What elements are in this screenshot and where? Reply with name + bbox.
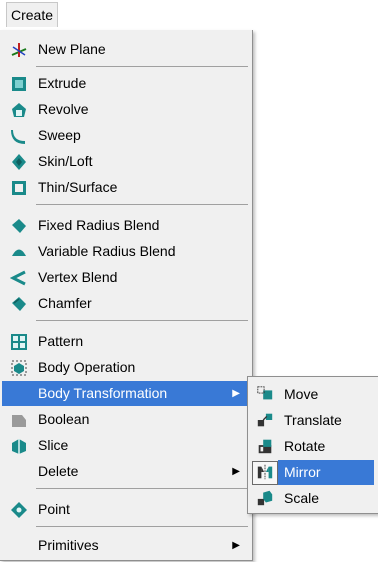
submenu-arrow-icon: ▶ bbox=[232, 388, 240, 399]
submenu-item-translate[interactable]: Translate bbox=[250, 408, 374, 433]
menu-item-new-plane[interactable]: New Plane bbox=[2, 37, 248, 62]
menu-item-sweep[interactable]: Sweep bbox=[2, 123, 248, 148]
variable-radius-blend-icon bbox=[10, 243, 28, 261]
move-icon bbox=[256, 385, 276, 405]
menu-item-delete[interactable]: Delete ▶ bbox=[2, 459, 248, 484]
rotate-icon bbox=[256, 437, 276, 457]
revolve-icon bbox=[10, 101, 28, 119]
menu-item-pattern[interactable]: Pattern bbox=[2, 329, 248, 354]
menu-item-label: Chamfer bbox=[38, 295, 92, 311]
submenu-item-label: Mirror bbox=[284, 464, 321, 480]
submenu-arrow-icon: ▶ bbox=[232, 466, 240, 477]
menu-bar: Create bbox=[0, 0, 250, 31]
submenu-item-move[interactable]: Move bbox=[250, 382, 374, 407]
separator bbox=[36, 66, 248, 67]
submenu-item-label: Move bbox=[284, 386, 319, 402]
menu-item-body-operation[interactable]: Body Operation bbox=[2, 355, 248, 380]
menu-item-label: Extrude bbox=[38, 75, 87, 91]
menu-item-chamfer[interactable]: Chamfer bbox=[2, 291, 248, 316]
boolean-icon bbox=[10, 411, 28, 429]
submenu-item-scale[interactable]: Scale bbox=[250, 486, 374, 511]
thin-surface-icon bbox=[10, 179, 28, 197]
menu-item-body-transformation[interactable]: Body Transformation ▶ bbox=[2, 381, 248, 406]
menu-item-label: Body Transformation bbox=[38, 385, 168, 401]
scale-icon bbox=[256, 489, 276, 509]
menu-item-label: Pattern bbox=[38, 333, 84, 349]
menu-item-label: Slice bbox=[38, 437, 69, 453]
submenu-item-label: Scale bbox=[284, 490, 320, 506]
menu-item-vertex-blend[interactable]: Vertex Blend bbox=[2, 265, 248, 290]
submenu-item-mirror[interactable]: Mirror bbox=[250, 460, 374, 485]
separator bbox=[36, 204, 248, 205]
menu-item-skin-loft[interactable]: Skin/Loft bbox=[2, 149, 248, 174]
menu-item-boolean[interactable]: Boolean bbox=[2, 407, 248, 432]
chamfer-icon bbox=[10, 295, 28, 313]
slice-icon bbox=[10, 437, 28, 455]
separator bbox=[36, 526, 248, 527]
menu-item-label: Vertex Blend bbox=[38, 269, 118, 285]
menu-item-label: Point bbox=[38, 501, 70, 517]
menu-item-label: Thin/Surface bbox=[38, 179, 118, 195]
vertex-blend-icon bbox=[10, 269, 28, 287]
menu-item-label: Sweep bbox=[38, 127, 81, 143]
body-operation-icon bbox=[10, 359, 28, 377]
menu-item-label: Fixed Radius Blend bbox=[38, 217, 160, 233]
menu-item-label: Skin/Loft bbox=[38, 153, 93, 169]
menu-item-label: New Plane bbox=[38, 41, 106, 57]
submenu-item-label: Translate bbox=[284, 412, 342, 428]
menu-item-label: Primitives bbox=[38, 537, 99, 553]
submenu-arrow-icon: ▶ bbox=[232, 540, 240, 551]
menu-item-label: Delete bbox=[38, 463, 79, 479]
menu-item-variable-radius-blend[interactable]: Variable Radius Blend bbox=[2, 239, 248, 264]
menu-item-point[interactable]: Point bbox=[2, 497, 248, 522]
menu-item-label: Boolean bbox=[38, 411, 90, 427]
menu-item-extrude[interactable]: Extrude bbox=[2, 71, 248, 96]
create-menu-title[interactable]: Create bbox=[6, 2, 59, 27]
body-transformation-submenu: Move Translate Rotate Mirror Scale bbox=[247, 376, 378, 514]
submenu-item-rotate[interactable]: Rotate bbox=[250, 434, 374, 459]
menu-item-thin-surface[interactable]: Thin/Surface bbox=[2, 175, 248, 200]
mirror-icon bbox=[256, 463, 276, 483]
extrude-icon bbox=[10, 75, 28, 93]
pattern-icon bbox=[10, 333, 28, 351]
menu-item-label: Body Operation bbox=[38, 359, 136, 375]
separator bbox=[36, 488, 248, 489]
fixed-radius-blend-icon bbox=[10, 217, 28, 235]
menu-item-label: Variable Radius Blend bbox=[38, 243, 176, 259]
menu-item-slice[interactable]: Slice bbox=[2, 433, 248, 458]
submenu-item-label: Rotate bbox=[284, 438, 326, 454]
create-menu: New Plane Extrude Revolve Sweep Skin/Lof… bbox=[0, 30, 253, 561]
translate-icon bbox=[256, 411, 276, 431]
menu-item-primitives[interactable]: Primitives ▶ bbox=[2, 533, 248, 558]
menu-item-fixed-radius-blend[interactable]: Fixed Radius Blend bbox=[2, 213, 248, 238]
point-icon bbox=[10, 501, 28, 519]
new-plane-icon bbox=[10, 41, 28, 59]
menu-item-label: Revolve bbox=[38, 101, 89, 117]
menu-item-revolve[interactable]: Revolve bbox=[2, 97, 248, 122]
skin-loft-icon bbox=[10, 153, 28, 171]
separator bbox=[36, 320, 248, 321]
sweep-icon bbox=[10, 127, 28, 145]
